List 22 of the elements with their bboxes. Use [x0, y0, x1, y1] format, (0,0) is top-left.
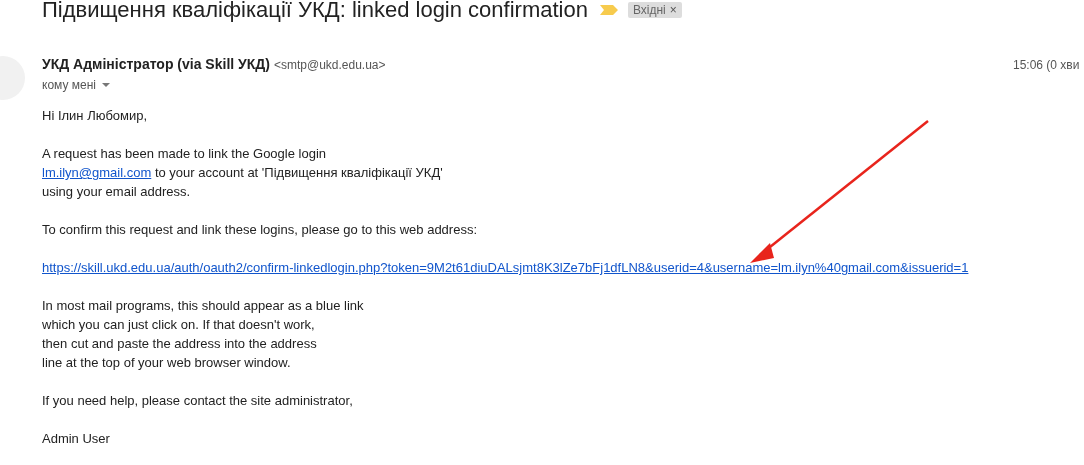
body-text: Ні Ілин Любомир, [42, 108, 148, 123]
body-text: In most mail programs, this should appear as a blue link [42, 298, 364, 313]
body-text: which you can just click on. If that doesn't work, [42, 317, 315, 332]
body-text: A request has been made to link the Google login [42, 146, 327, 161]
caret-icon [102, 83, 110, 87]
body-text: to your account at 'Підвищення кваліфікації УКД' [153, 165, 443, 180]
sender-name: УКД Адміністратор (via Skill УКД) [42, 56, 270, 72]
sender-email: <smtp@ukd.edu.ua> [273, 58, 386, 72]
recipient-dropdown[interactable]: кому мені [42, 76, 110, 94]
body-text: If you need help, please contact the site administrator, [42, 393, 353, 408]
body-text: using your email address. [42, 184, 191, 199]
importance-marker-icon[interactable] [599, 5, 618, 15]
email-subject: Підвищення кваліфікації УКД: linked login confirmation [42, 0, 588, 24]
link[interactable]: lm.ilyn@gmail.com [42, 165, 152, 180]
link[interactable]: https://skill.ukd.edu.ua/auth/oauth2/confirm-linkedlogin.php?token=9M2t61diuDALsjmt8K3lZe7bFj1dfLN8&userid=4&username=lm.ilyn%40gmail.com&issuerid=1 [42, 260, 969, 275]
label-text: Вхідні [632, 3, 666, 17]
body-text: line at the top of your web browser window. [42, 355, 291, 370]
time: 15:06 (0 хви [1013, 58, 1081, 72]
remove-label-button[interactable]: × [669, 3, 677, 17]
body-text: To confirm this request and link these logins, please go to this web address: [42, 222, 478, 237]
body-text: then cut and paste the address into the address [42, 336, 317, 351]
body-text: Admin User [42, 431, 110, 446]
